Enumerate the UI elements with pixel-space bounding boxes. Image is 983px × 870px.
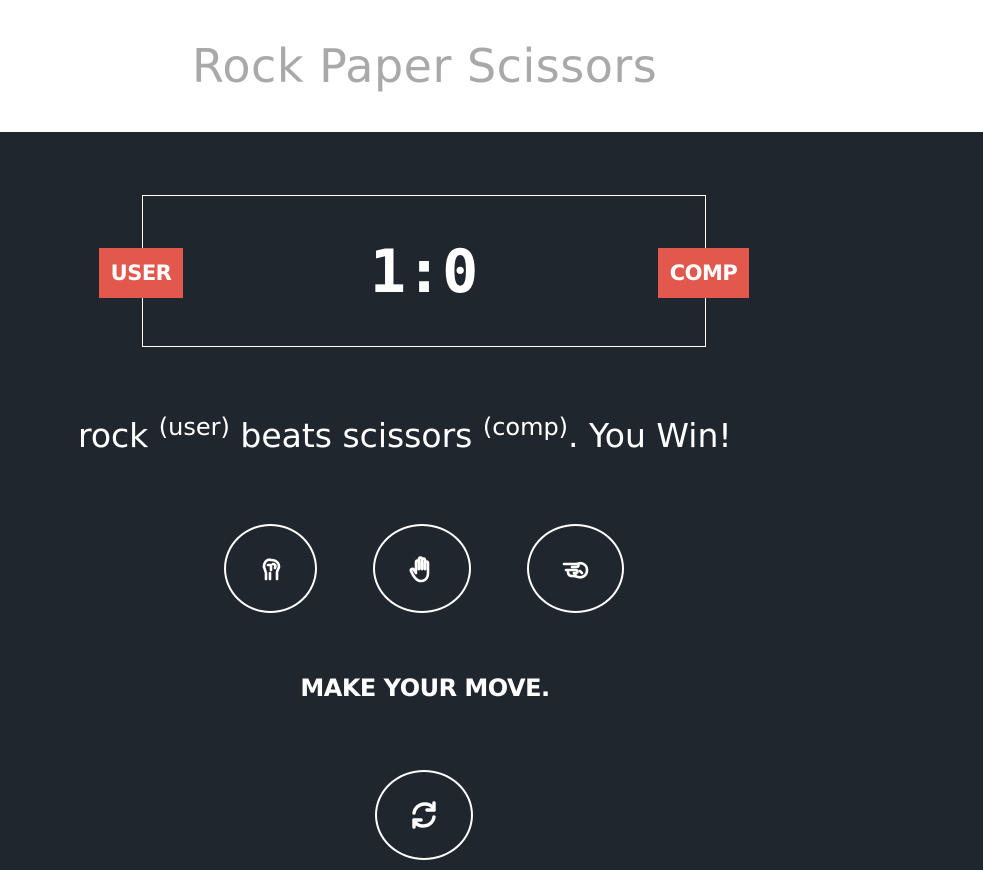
user-score: 1: [369, 237, 406, 307]
result-comp-choice: scissors: [342, 416, 473, 455]
result-verb: beats: [240, 416, 332, 455]
action-message: Make your move.: [300, 674, 550, 702]
comp-badge: Comp: [658, 248, 749, 298]
scoreboard: 1:0: [142, 195, 706, 347]
comp-score: 0: [442, 237, 479, 307]
result-user-tag: (user): [158, 413, 230, 441]
game-area: 1:0 User Comp rock (user) beats scissors…: [0, 132, 983, 870]
refresh-icon: [412, 801, 436, 829]
hand-scissors-icon: [562, 561, 588, 579]
rock-button[interactable]: [224, 524, 317, 613]
result-comp-tag: (comp): [482, 413, 569, 441]
result-message: rock (user) beats scissors (comp). You W…: [78, 412, 732, 460]
reset-button[interactable]: [375, 770, 473, 860]
user-badge: User: [99, 248, 183, 298]
hand-rock-icon: [262, 557, 280, 580]
header: Rock Paper Scissors: [0, 0, 983, 132]
page-title: Rock Paper Scissors: [192, 39, 658, 93]
score-display: 1:0: [143, 232, 705, 312]
result-user-choice: rock: [78, 416, 149, 455]
paper-button[interactable]: [373, 524, 471, 613]
result-outcome: . You Win!: [568, 416, 732, 455]
scissors-button[interactable]: [527, 524, 624, 613]
hand-paper-icon: [409, 555, 430, 582]
score-separator: :: [405, 237, 443, 307]
